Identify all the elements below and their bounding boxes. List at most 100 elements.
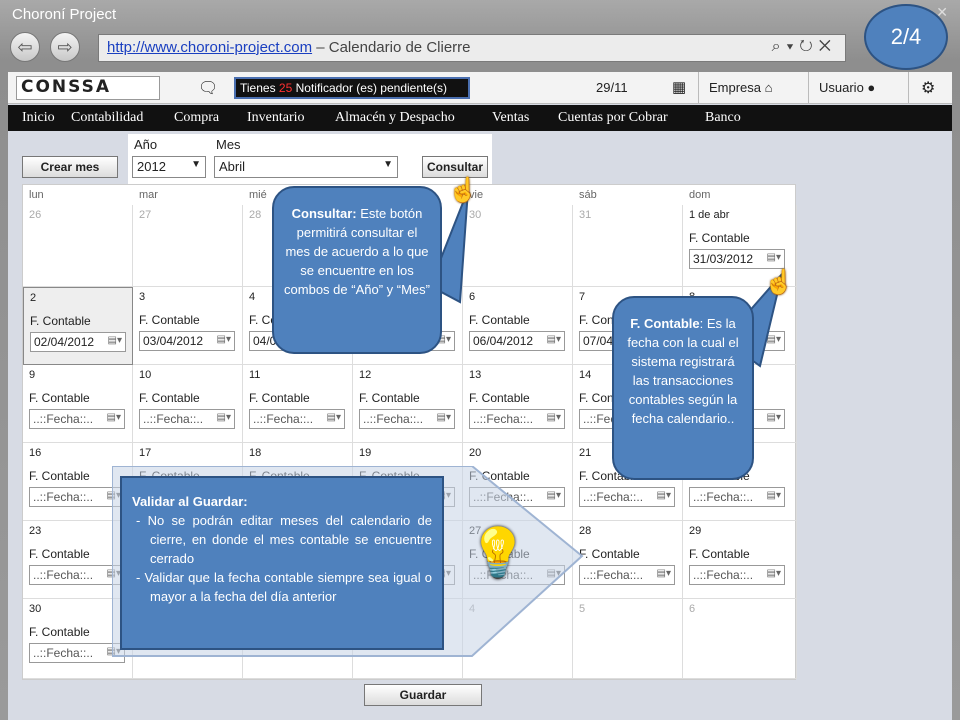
consultar-callout: Consultar: Este botón permitirá consulta… — [272, 186, 442, 354]
calendar-day-cell[interactable]: 26 — [23, 205, 133, 287]
mes-select[interactable]: Abril ▼ — [214, 156, 398, 178]
fecha-contable-input[interactable]: 06/04/2012 ▤▾ — [469, 331, 565, 351]
anio-select[interactable]: 2012 ▼ — [132, 156, 206, 178]
top-bar: CONSSA 🗨 Tienes 25 Notificador (es) pend… — [8, 72, 952, 104]
fecha-contable-input[interactable]: ..::Fecha::..▤▾ — [29, 409, 125, 429]
mes-label: Mes — [216, 137, 241, 152]
consultar-button[interactable]: Consultar — [422, 156, 488, 178]
calendar-icon[interactable]: ▦ — [672, 78, 686, 96]
fecha-contable-input[interactable]: 02/04/2012 ▤▾ — [30, 332, 126, 352]
day-number: 13 — [469, 369, 482, 381]
chevron-down-icon: ▼ — [383, 159, 393, 170]
date-picker-icon[interactable]: ▤▾ — [217, 412, 231, 423]
day-number: 26 — [29, 209, 42, 221]
calendar-day-cell[interactable]: 27 — [133, 205, 243, 287]
date-picker-icon[interactable]: ▤▾ — [547, 334, 561, 345]
fecha-contable-input[interactable]: ..::Fecha::..▤▾ — [579, 565, 675, 585]
date-picker-icon[interactable]: ▤▾ — [657, 568, 671, 579]
fecha-contable-input[interactable]: ..::Fecha::..▤▾ — [249, 409, 345, 429]
day-number: 7 — [579, 291, 586, 303]
empresa-menu[interactable]: Empresa ⌂ — [698, 72, 806, 104]
date-picker-icon[interactable]: ▤▾ — [437, 412, 451, 423]
slide-counter-badge: 2/4 — [864, 4, 948, 70]
pointer-hand-icon: ☝ — [764, 269, 794, 296]
date-picker-icon[interactable]: ▤▾ — [767, 252, 781, 263]
url-link[interactable]: http://www.choroni-project.com — [107, 39, 312, 56]
back-arrow-icon[interactable]: ⇦ — [10, 32, 40, 62]
day-number: 29 — [689, 525, 702, 537]
day-number: 6 — [689, 603, 696, 615]
calendar-day-cell[interactable]: 6 — [683, 599, 797, 679]
search-icon[interactable]: ⌕▾ — [772, 38, 800, 55]
crear-mes-button[interactable]: Crear mes — [22, 156, 118, 178]
fecha-contable-input[interactable]: ..::Fecha::..▤▾ — [29, 487, 125, 507]
fecha-contable-label: F. Contable — [30, 314, 91, 328]
day-of-week-label: lun — [29, 189, 44, 201]
day-number: 16 — [29, 447, 42, 459]
menu-compra[interactable]: Compra — [174, 110, 219, 126]
menu-inventario[interactable]: Inventario — [247, 110, 305, 126]
menu-ventas[interactable]: Ventas — [492, 110, 529, 126]
day-of-week-label: sáb — [579, 189, 597, 201]
fecha-contable-input[interactable]: ..::Fecha::..▤▾ — [29, 565, 125, 585]
fecha-contable-input[interactable]: ..::Fecha::..▤▾ — [579, 487, 675, 507]
day-number: 10 — [139, 369, 152, 381]
guardar-button[interactable]: Guardar — [364, 684, 482, 706]
date-picker-icon[interactable]: ▤▾ — [108, 335, 122, 346]
fecha-contable-input[interactable]: ..::Fecha::..▤▾ — [689, 487, 785, 507]
date-picker-icon[interactable]: ▤▾ — [657, 490, 671, 501]
fecha-contable-input[interactable]: ..::Fecha::..▤▾ — [359, 409, 455, 429]
calendar-day-cell[interactable]: 11 F. Contable ..::Fecha::.. ▤▾ — [243, 365, 353, 443]
date-picker-icon[interactable]: ▤▾ — [767, 412, 781, 423]
day-number: 30 — [29, 603, 42, 615]
fecha-contable-input[interactable]: ..::Fecha::..▤▾ — [29, 643, 125, 663]
stop-icon[interactable]: ✕ — [819, 38, 837, 55]
date-picker-icon[interactable]: ▤▾ — [107, 412, 121, 423]
address-bar[interactable]: http://www.choroni-project.com – Calenda… — [98, 34, 846, 62]
chat-icon[interactable]: 🗨 — [198, 78, 218, 98]
date-picker-icon[interactable]: ▤▾ — [327, 412, 341, 423]
gear-icon[interactable]: ⚙ — [908, 72, 952, 104]
fecha-contable-label: F. Contable — [139, 391, 200, 405]
day-number: 31 — [579, 209, 592, 221]
day-number: 28 — [249, 209, 262, 221]
user-icon: ● — [867, 80, 876, 95]
fecha-contable-input[interactable]: ..::Fecha::..▤▾ — [469, 409, 565, 429]
fecha-contable-label: F. Contable — [29, 547, 90, 561]
menu-inicio[interactable]: Inicio — [22, 110, 55, 126]
fecha-contable-input[interactable]: ..::Fecha::..▤▾ — [139, 409, 235, 429]
menu-contabilidad[interactable]: Contabilidad — [71, 110, 143, 126]
calendar-day-cell[interactable]: 10F. Contable..::Fecha::.. ▤▾ — [133, 365, 243, 443]
fecha-contable-label: F. Contable — [249, 391, 310, 405]
forward-arrow-icon[interactable]: ⇨ — [50, 32, 80, 62]
notification-box[interactable]: Tienes 25 Notificador (es) pendiente(s) — [234, 77, 470, 99]
date-picker-icon[interactable]: ▤▾ — [767, 568, 781, 579]
fecha-contable-label: F. Contable — [139, 313, 200, 327]
fecha-contable-label: F. Contable — [359, 391, 420, 405]
main-menu: Inicio Contabilidad Compra Inventario Al… — [8, 105, 952, 131]
fecha-contable-label: F. Contable — [689, 231, 750, 245]
calendar-day-cell[interactable]: 29F. Contable..::Fecha::.. ▤▾ — [683, 521, 797, 599]
calendar-day-cell[interactable]: 12 F. Contable ..::Fecha::.. ▤▾ — [353, 365, 463, 443]
fecha-contable-label: F. Contable — [689, 547, 750, 561]
day-of-week-label: mar — [139, 189, 158, 201]
fecha-contable-input[interactable]: 31/03/2012 ▤▾ — [689, 249, 785, 269]
calendar-day-cell[interactable]: 13 F. Contable ..::Fecha::.. ▤▾ — [463, 365, 573, 443]
usuario-menu[interactable]: Usuario ● — [808, 72, 908, 104]
menu-cuentas-por-cobrar[interactable]: Cuentas por Cobrar — [558, 110, 668, 126]
fecha-contable-input[interactable]: 03/04/2012 ▤▾ — [139, 331, 235, 351]
menu-almacen-despacho[interactable]: Almacén y Despacho — [335, 110, 455, 126]
day-number: 18 — [249, 447, 262, 459]
calendar-day-cell[interactable]: 2 F. Contable 02/04/2012 ▤▾ — [23, 287, 133, 365]
calendar-day-cell[interactable]: 31 — [573, 205, 683, 287]
calendar-day-cell[interactable]: 3 F. Contable 03/04/2012 ▤▾ — [133, 287, 243, 365]
refresh-icon[interactable]: ↻ — [799, 38, 819, 55]
fecha-contable-input[interactable]: ..::Fecha::..▤▾ — [689, 565, 785, 585]
menu-banco[interactable]: Banco — [705, 110, 741, 126]
date-picker-icon[interactable]: ▤▾ — [217, 334, 231, 345]
calendar-day-cell[interactable]: 9 F. Contable ..::Fecha::.. ▤▾ — [23, 365, 133, 443]
fecha-contable-label: F. Contable — [29, 469, 90, 483]
day-number: 19 — [359, 447, 372, 459]
date-picker-icon[interactable]: ▤▾ — [547, 412, 561, 423]
date-picker-icon[interactable]: ▤▾ — [767, 490, 781, 501]
